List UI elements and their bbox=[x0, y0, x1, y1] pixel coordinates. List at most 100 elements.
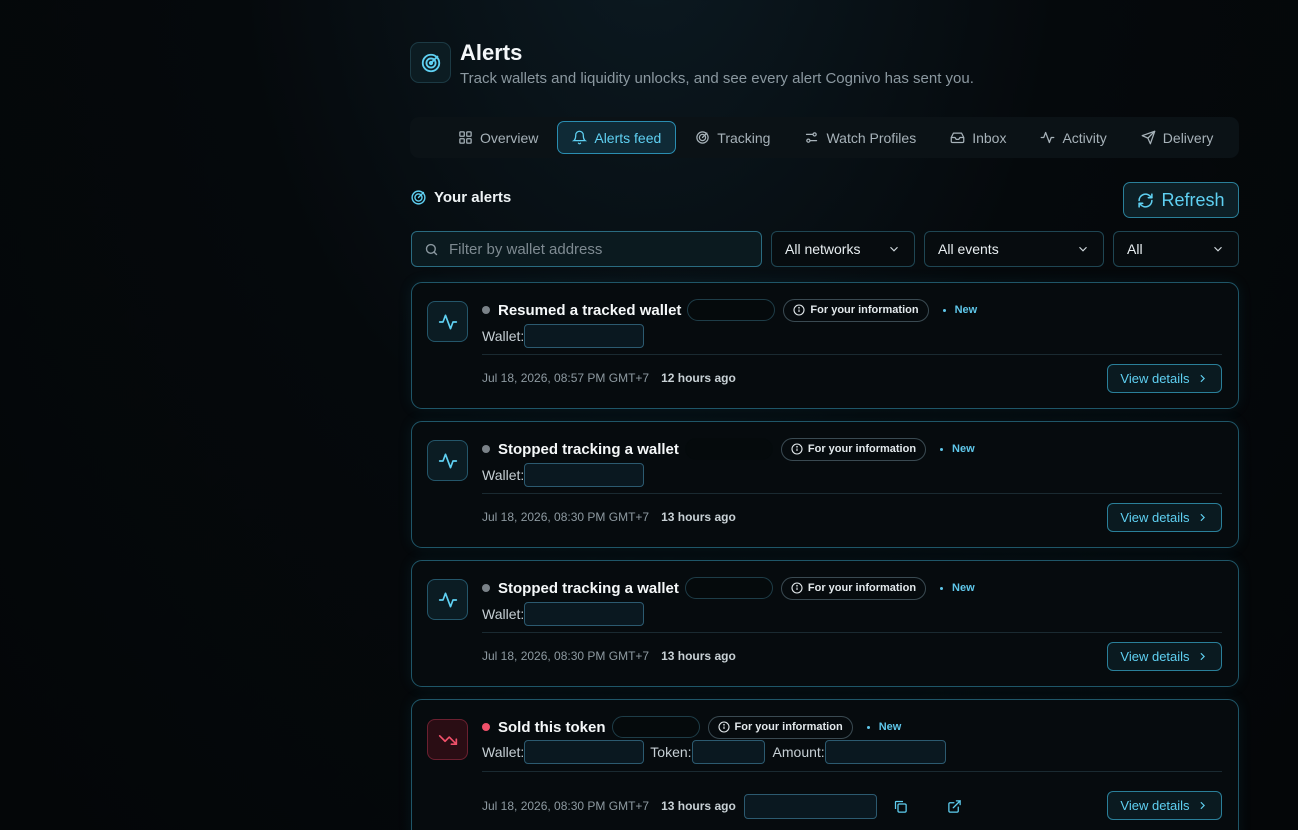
refresh-label: Refresh bbox=[1161, 189, 1225, 210]
network-select-value: All networks bbox=[785, 241, 861, 257]
new-badge-label: New bbox=[952, 582, 975, 594]
radar-icon bbox=[410, 42, 451, 83]
chevron-down-icon bbox=[1079, 246, 1087, 252]
wallet-address-chip[interactable] bbox=[524, 602, 645, 626]
tab-label: Watch Profiles bbox=[826, 129, 917, 146]
new-badge: New bbox=[940, 582, 975, 594]
trending-down-icon bbox=[427, 719, 468, 760]
view-details-label: View details bbox=[1120, 649, 1190, 664]
tab-label: Overview bbox=[480, 129, 539, 146]
alert-card: Stopped tracking a wallet For your infor… bbox=[411, 421, 1239, 548]
view-details-button[interactable]: View details bbox=[1107, 364, 1222, 393]
wallet-address-chip[interactable] bbox=[524, 324, 645, 348]
token-chip[interactable] bbox=[691, 740, 765, 764]
severity-dot bbox=[482, 584, 490, 592]
tab-tracking[interactable]: Tracking bbox=[680, 121, 785, 154]
info-icon bbox=[791, 582, 803, 594]
page-title: Alerts bbox=[460, 40, 523, 65]
wallet-label: Wallet: bbox=[482, 744, 525, 760]
tab-label: Alerts feed bbox=[594, 129, 662, 146]
radar-icon bbox=[696, 131, 710, 144]
chevron-down-icon bbox=[890, 246, 898, 252]
alert-relative-time: 13 hours ago bbox=[661, 510, 736, 524]
alert-title: Stopped tracking a wallet bbox=[498, 579, 679, 597]
tab-watch-profiles[interactable]: Watch Profiles bbox=[789, 121, 931, 154]
section-title: Your alerts bbox=[410, 189, 511, 206]
amount-label: Amount: bbox=[772, 744, 825, 760]
alert-title: Resumed a tracked wallet bbox=[498, 301, 682, 319]
wallet-label: Wallet: bbox=[482, 606, 525, 622]
network-select[interactable]: All networks bbox=[771, 231, 915, 267]
alert-relative-time: 13 hours ago bbox=[661, 799, 736, 813]
alert-card: Sold this token For your information New… bbox=[411, 699, 1239, 830]
view-details-label: View details bbox=[1120, 371, 1190, 386]
external-link-icon[interactable] bbox=[945, 796, 965, 816]
view-details-button[interactable]: View details bbox=[1107, 791, 1222, 820]
sliders-icon bbox=[806, 132, 818, 143]
tab-alerts-feed[interactable]: Alerts feed bbox=[557, 121, 677, 154]
new-badge: New bbox=[866, 721, 902, 733]
tx-hash-chip bbox=[743, 793, 877, 819]
alert-timestamp: Jul 18, 2026, 08:30 PM GMT+7 bbox=[482, 649, 650, 663]
activity-icon bbox=[427, 579, 468, 620]
tab-label: Activity bbox=[1062, 129, 1107, 146]
wallet-address-chip[interactable] bbox=[524, 463, 645, 487]
chevron-right-icon bbox=[1200, 374, 1205, 383]
radar-icon bbox=[411, 190, 426, 205]
view-details-button[interactable]: View details bbox=[1107, 503, 1222, 532]
severity-dot bbox=[482, 306, 490, 314]
redacted-chip bbox=[684, 577, 773, 599]
tab-label: Delivery bbox=[1162, 129, 1214, 146]
tab-inbox[interactable]: Inbox bbox=[935, 121, 1021, 154]
status-select[interactable]: All bbox=[1113, 231, 1239, 267]
search-icon bbox=[425, 243, 438, 255]
info-icon bbox=[793, 304, 805, 316]
section-title-text: Your alerts bbox=[434, 189, 512, 206]
alert-relative-time: 13 hours ago bbox=[661, 649, 736, 663]
activity-icon bbox=[1041, 131, 1055, 144]
new-badge: New bbox=[940, 443, 975, 455]
inbox-icon bbox=[950, 132, 965, 144]
grid-icon bbox=[459, 131, 472, 144]
wallet-label: Wallet: bbox=[482, 467, 525, 483]
tab-bar: Overview Alerts feed Tracking Watch Prof… bbox=[410, 117, 1239, 158]
view-details-label: View details bbox=[1120, 798, 1190, 813]
tab-activity[interactable]: Activity bbox=[1025, 121, 1121, 154]
severity-dot bbox=[482, 445, 490, 453]
wallet-address-chip[interactable] bbox=[524, 740, 645, 764]
chevron-down-icon bbox=[1214, 246, 1222, 252]
refresh-button[interactable]: Refresh bbox=[1123, 182, 1239, 218]
event-select[interactable]: All events bbox=[924, 231, 1104, 267]
wallet-label: Wallet: bbox=[482, 328, 525, 344]
divider bbox=[482, 632, 1222, 633]
view-details-button[interactable]: View details bbox=[1107, 642, 1222, 671]
info-badge: For your information bbox=[707, 715, 853, 739]
info-badge: For your information bbox=[783, 298, 929, 322]
info-badge-label: For your information bbox=[807, 582, 917, 594]
copy-icon[interactable] bbox=[891, 796, 911, 816]
info-icon bbox=[791, 443, 803, 455]
new-badge-label: New bbox=[878, 721, 902, 733]
alert-title: Sold this token bbox=[498, 718, 606, 736]
tab-label: Inbox bbox=[972, 129, 1007, 146]
wallet-search bbox=[411, 231, 762, 267]
redacted-chip bbox=[684, 438, 773, 460]
alert-title: Stopped tracking a wallet bbox=[498, 440, 679, 458]
info-badge-label: For your information bbox=[734, 721, 843, 733]
divider bbox=[482, 771, 1222, 772]
tab-overview[interactable]: Overview bbox=[443, 121, 553, 154]
divider bbox=[482, 493, 1222, 494]
info-badge-label: For your information bbox=[807, 443, 917, 455]
redacted-chip bbox=[687, 299, 776, 321]
alert-card: Stopped tracking a wallet For your infor… bbox=[411, 560, 1239, 687]
tab-delivery[interactable]: Delivery bbox=[1126, 121, 1229, 154]
chevron-right-icon bbox=[1200, 801, 1205, 810]
send-icon bbox=[1141, 130, 1156, 145]
wallet-search-input[interactable] bbox=[449, 240, 739, 258]
activity-icon bbox=[427, 440, 468, 481]
info-badge-label: For your information bbox=[810, 304, 919, 316]
severity-dot bbox=[482, 723, 490, 731]
refresh-icon bbox=[1138, 192, 1154, 208]
chevron-right-icon bbox=[1200, 652, 1205, 661]
divider bbox=[482, 354, 1222, 355]
